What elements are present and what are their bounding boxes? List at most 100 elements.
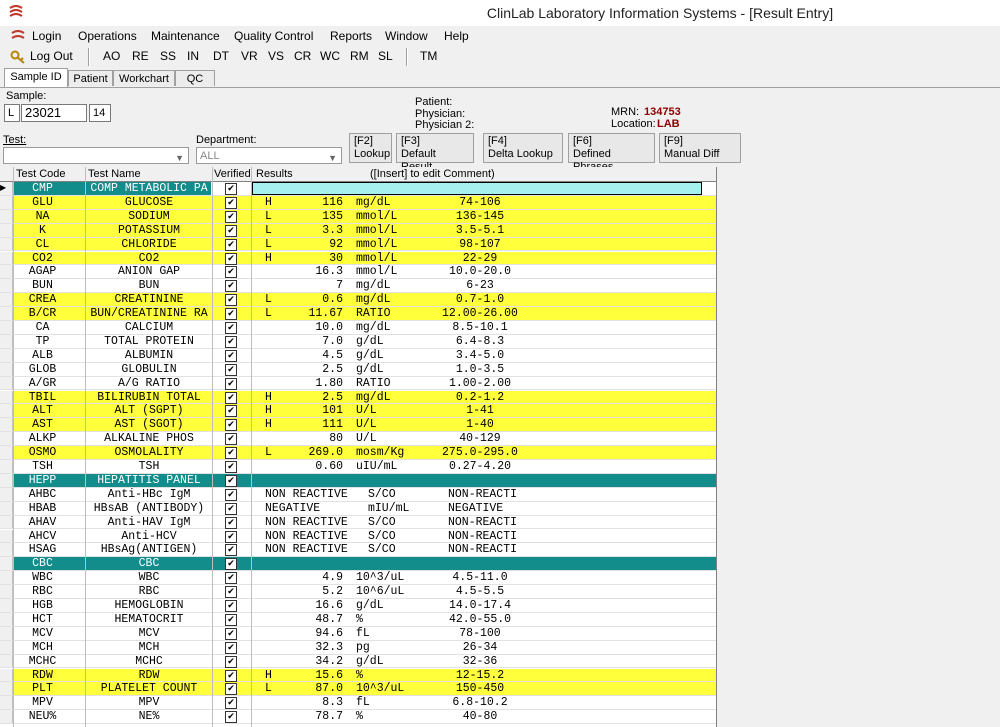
table-row[interactable]: HEPP HEPATITIS PANEL bbox=[0, 473, 716, 488]
delta-lookup-button[interactable]: [F4] Delta Lookup bbox=[483, 133, 563, 163]
table-row[interactable]: HGB HEMOGLOBIN 16.6 g/dL 14.0-17.4 bbox=[0, 599, 716, 613]
verified-checkbox[interactable] bbox=[225, 196, 237, 209]
verified-checkbox[interactable] bbox=[225, 461, 237, 473]
verified-checkbox[interactable] bbox=[225, 572, 237, 585]
verified-checkbox[interactable] bbox=[225, 697, 237, 710]
row-selector[interactable] bbox=[0, 682, 13, 696]
verified-checkbox[interactable] bbox=[225, 391, 237, 404]
row-selector[interactable] bbox=[0, 599, 13, 612]
table-row[interactable]: AHCV Anti-HCV NON REACTIVE S/CO NON-REACTI bbox=[0, 529, 716, 544]
col-results[interactable]: Results bbox=[256, 168, 293, 180]
table-row[interactable]: NEU% NE% 78.7% 40-80 bbox=[0, 710, 716, 725]
verified-checkbox[interactable] bbox=[225, 502, 237, 515]
row-selector[interactable] bbox=[0, 710, 13, 724]
toolbar-sl[interactable]: SL bbox=[378, 49, 393, 63]
row-selector[interactable] bbox=[0, 432, 13, 446]
table-row[interactable]: NA SODIUM L 135 mmol/L 136-145 bbox=[0, 209, 716, 224]
verified-checkbox[interactable] bbox=[225, 655, 237, 668]
logout-button[interactable]: Log Out bbox=[30, 49, 73, 63]
row-selector[interactable] bbox=[0, 626, 13, 640]
row-selector[interactable] bbox=[0, 612, 13, 626]
verified-checkbox[interactable] bbox=[225, 280, 237, 293]
row-selector[interactable] bbox=[0, 515, 13, 529]
defined-phrases-button[interactable]: [F6]Defined Phrases bbox=[568, 133, 655, 173]
tab-workchart[interactable]: Workchart bbox=[113, 70, 175, 86]
row-selector[interactable] bbox=[0, 543, 13, 557]
sample-prefix-field[interactable]: L bbox=[4, 104, 20, 122]
verified-checkbox[interactable] bbox=[225, 433, 237, 446]
table-row[interactable]: GLOB GLOBULIN 2.5 g/dL 1.0-3.5 bbox=[0, 362, 716, 377]
table-row[interactable]: ALB ALBUMIN 4.5 g/dL 3.4-5.0 bbox=[0, 348, 716, 363]
toolbar-cr[interactable]: CR bbox=[294, 49, 311, 63]
menu-window[interactable]: Window bbox=[385, 29, 428, 43]
table-row[interactable]: B/CR BUN/CREATININE RA L 11.67 RATIO 12.00-26… bbox=[0, 307, 716, 321]
row-selector[interactable] bbox=[0, 195, 13, 209]
verified-checkbox[interactable] bbox=[225, 294, 237, 307]
table-row[interactable]: MCHC MCHC 34.2 g/dL 32-36 bbox=[0, 654, 716, 669]
row-selector[interactable] bbox=[0, 265, 13, 279]
row-selector[interactable] bbox=[0, 418, 13, 432]
table-row[interactable]: HCT HEMATOCRIT 48.7% 42.0-55.0 bbox=[0, 612, 716, 627]
row-selector[interactable] bbox=[0, 293, 13, 307]
table-row[interactable]: ▶ CMP COMP METABOLIC PA bbox=[0, 182, 716, 196]
verified-checkbox[interactable] bbox=[225, 447, 237, 460]
table-row[interactable]: AHBC Anti-HBc IgM NON REACTIVE S/CO NON-REAC… bbox=[0, 487, 716, 502]
table-row[interactable]: AGAP ANION GAP 16.3 mmol/L 10.0-20.0 bbox=[0, 265, 716, 280]
verified-checkbox[interactable] bbox=[225, 586, 237, 599]
verified-checkbox[interactable] bbox=[225, 613, 237, 626]
menu-login[interactable]: Login bbox=[32, 29, 61, 43]
row-selector[interactable] bbox=[0, 348, 13, 362]
verified-checkbox[interactable] bbox=[225, 252, 237, 265]
tab-qc[interactable]: QC bbox=[175, 70, 215, 86]
table-row[interactable]: ALT ALT (SGPT) H 101 U/L 1-41 bbox=[0, 404, 716, 419]
col-test-code[interactable]: Test Code bbox=[16, 168, 66, 180]
row-selector[interactable] bbox=[0, 251, 13, 265]
row-selector[interactable] bbox=[0, 376, 13, 390]
result-input-cell[interactable] bbox=[252, 182, 702, 195]
row-selector[interactable] bbox=[0, 223, 13, 237]
table-row[interactable]: MCH MCH 32.3 pg 26-34 bbox=[0, 640, 716, 655]
verified-checkbox[interactable] bbox=[225, 210, 237, 223]
toolbar-vr[interactable]: VR bbox=[241, 49, 258, 63]
row-selector[interactable] bbox=[0, 390, 13, 404]
row-selector[interactable] bbox=[0, 446, 13, 459]
verified-checkbox[interactable] bbox=[225, 308, 237, 321]
table-row[interactable]: CO2 CO2 H 30 mmol/L 22-29 bbox=[0, 251, 716, 266]
row-selector[interactable] bbox=[0, 501, 13, 515]
row-selector[interactable] bbox=[0, 529, 13, 543]
row-selector[interactable] bbox=[0, 571, 13, 585]
verified-checkbox[interactable] bbox=[225, 488, 237, 501]
toolbar-tm[interactable]: TM bbox=[420, 49, 437, 63]
row-selector[interactable] bbox=[0, 640, 13, 654]
table-row[interactable]: K POTASSIUM L 3.3 mmol/L 3.5-5.1 bbox=[0, 223, 716, 238]
verified-checkbox[interactable] bbox=[225, 335, 237, 348]
default-result-button[interactable]: [F3]Default Result bbox=[396, 133, 474, 173]
row-selector[interactable] bbox=[0, 460, 13, 473]
verified-checkbox[interactable] bbox=[225, 711, 237, 724]
row-selector[interactable] bbox=[0, 307, 13, 320]
table-row[interactable]: TP TOTAL PROTEIN 7.0 g/dL 6.4-8.3 bbox=[0, 334, 716, 349]
verified-checkbox[interactable] bbox=[225, 377, 237, 390]
verified-checkbox[interactable] bbox=[225, 683, 237, 696]
test-select[interactable]: ▼ bbox=[3, 147, 189, 164]
row-selector[interactable] bbox=[0, 696, 13, 710]
verified-checkbox[interactable] bbox=[225, 349, 237, 362]
toolbar-ss[interactable]: SS bbox=[160, 49, 176, 63]
verified-checkbox[interactable] bbox=[225, 600, 237, 612]
table-row[interactable]: CL CHLORIDE L 92 mmol/L 98-107 bbox=[0, 237, 716, 252]
verified-checkbox[interactable] bbox=[225, 558, 237, 571]
table-row[interactable]: WBC WBC 4.9 10^3/uL 4.5-11.0 bbox=[0, 571, 716, 586]
toolbar-rm[interactable]: RM bbox=[350, 49, 369, 63]
table-row[interactable]: CBC CBC bbox=[0, 557, 716, 572]
menu-reports[interactable]: Reports bbox=[330, 29, 372, 43]
row-selector[interactable] bbox=[0, 321, 13, 334]
table-row[interactable]: A/GR A/G RATIO 1.80 RATIO 1.00-2.00 bbox=[0, 376, 716, 391]
tab-patient[interactable]: Patient bbox=[68, 70, 113, 86]
verified-checkbox[interactable] bbox=[225, 544, 237, 557]
row-selector[interactable] bbox=[0, 279, 13, 293]
verified-checkbox[interactable] bbox=[225, 183, 237, 195]
menu-quality-control[interactable]: Quality Control bbox=[234, 29, 313, 43]
row-selector[interactable] bbox=[0, 404, 13, 418]
table-row[interactable]: BUN BUN 7 mg/dL 6-23 bbox=[0, 279, 716, 294]
toolbar-vs[interactable]: VS bbox=[268, 49, 284, 63]
